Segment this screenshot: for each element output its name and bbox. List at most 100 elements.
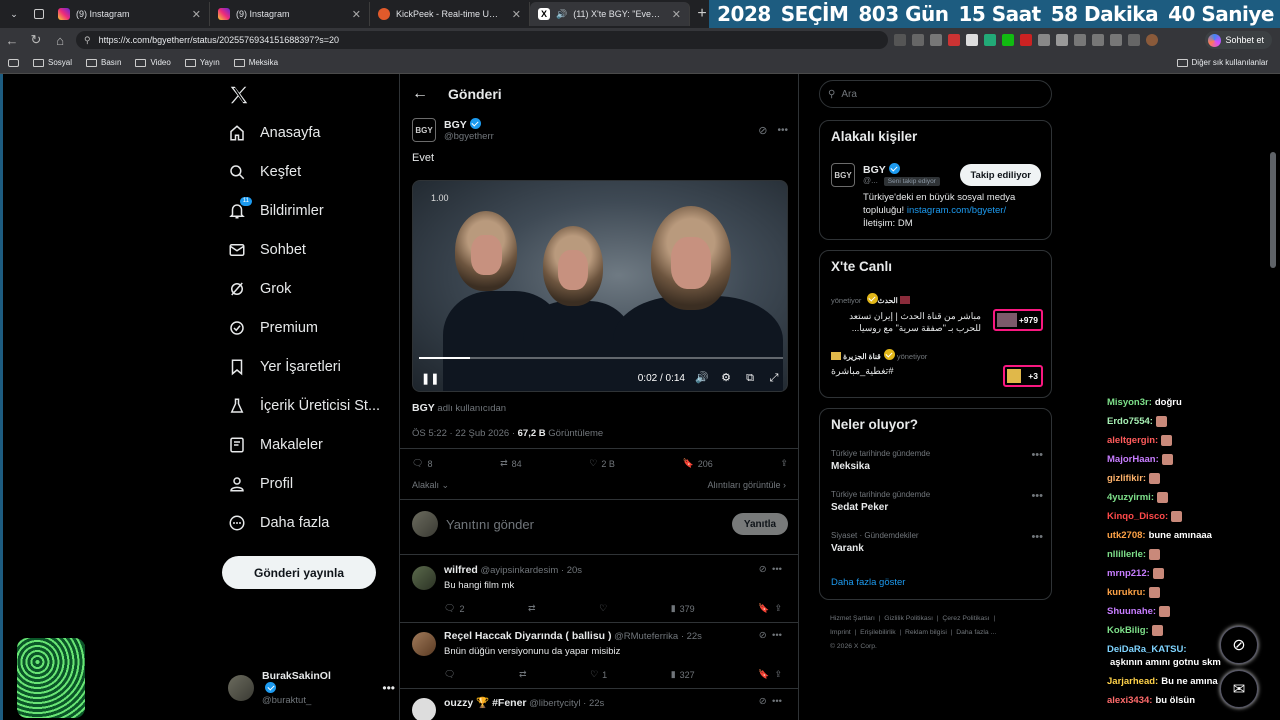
chat-username[interactable]: aleltgergin: bbox=[1107, 434, 1158, 447]
collections-icon[interactable] bbox=[1110, 34, 1122, 46]
chat-username[interactable]: Misyon3r: bbox=[1107, 396, 1152, 409]
profile-avatar-icon[interactable] bbox=[1146, 34, 1158, 46]
x-logo-icon[interactable] bbox=[228, 84, 250, 106]
bookmark-folder-other[interactable]: Diğer sık kullanılanlar bbox=[1176, 58, 1268, 67]
more-options-icon[interactable]: ••• bbox=[382, 681, 395, 695]
nav-articles[interactable]: Makaleler bbox=[228, 436, 323, 454]
chat-username[interactable]: nllillerle: bbox=[1107, 548, 1146, 561]
back-button[interactable]: ← bbox=[0, 29, 24, 51]
footer-link[interactable]: Gizlilik Politikası bbox=[884, 615, 933, 622]
repost-button[interactable]: ⇄ bbox=[528, 603, 536, 614]
copilot-chat-button[interactable]: Sohbet et bbox=[1205, 31, 1272, 49]
chat-username[interactable]: utk2708: bbox=[1107, 529, 1146, 542]
live-item[interactable]: الحدث yönetiyor مباشر من قناة الحدث | إي… bbox=[831, 293, 1043, 343]
favorite-star-icon[interactable] bbox=[930, 34, 942, 46]
bookmark-button[interactable]: 🔖 ⇪ bbox=[758, 669, 782, 680]
favorites-icon[interactable] bbox=[1074, 34, 1086, 46]
chat-username[interactable]: mrnp212: bbox=[1107, 567, 1150, 580]
video-player[interactable]: 1.00 ❚❚ 0:02 / 0:14 🔊 ⚙ ⧉ ⤢ bbox=[412, 180, 788, 392]
settings-gear-icon[interactable]: ⚙ bbox=[719, 371, 733, 385]
tab-x-post[interactable]: X 🔊 (11) X'te BGY: "Evet https://t.co ✕ bbox=[530, 2, 690, 26]
post-button[interactable]: Gönderi yayınla bbox=[222, 556, 376, 589]
views-button[interactable]: ▮ 379 bbox=[671, 603, 695, 614]
bookmark-button[interactable]: 🔖 206 bbox=[683, 458, 713, 469]
nav-bookmarks[interactable]: Yer İşaretleri bbox=[228, 358, 341, 376]
extension-icon[interactable] bbox=[984, 34, 996, 46]
credit-name[interactable]: BGY bbox=[412, 402, 435, 414]
sidebar-toggle-icon[interactable] bbox=[8, 58, 19, 67]
more-icon[interactable] bbox=[1128, 34, 1140, 46]
more-options-icon[interactable]: ••• bbox=[777, 125, 788, 136]
tab-instagram-2[interactable]: (9) Instagram ✕ bbox=[210, 2, 370, 26]
close-tab-icon[interactable]: ✕ bbox=[192, 8, 201, 21]
trend-item[interactable]: Siyaset · Gündemdekiler Varank ••• bbox=[831, 531, 1043, 554]
more-options-icon[interactable]: ••• bbox=[1031, 531, 1043, 543]
search-input[interactable]: ⚲ Ara bbox=[819, 80, 1052, 108]
reply-author-name[interactable]: Reçel Haccak Diyarında ( ballisu ) bbox=[444, 630, 612, 642]
footer-link[interactable]: Çerez Politikası bbox=[942, 615, 989, 622]
bookmark-folder-basin[interactable]: Basın bbox=[86, 58, 121, 67]
nav-more[interactable]: Daha fazla bbox=[228, 514, 329, 532]
views-button[interactable]: ▮ 327 bbox=[671, 669, 695, 680]
tab-kickpeek[interactable]: KickPeek - Real-time URL Crawler ✕ bbox=[370, 2, 530, 26]
view-quotes-link[interactable]: Alıntıları görüntüle › bbox=[707, 480, 786, 490]
trend-item[interactable]: Türkiye tarihinde gündemde Sedat Peker •… bbox=[831, 490, 1043, 513]
chat-username[interactable]: Kinqo_Disco: bbox=[1107, 510, 1168, 523]
messages-floating-button[interactable]: ✉ bbox=[1220, 670, 1258, 708]
close-tab-icon[interactable]: ✕ bbox=[672, 8, 681, 21]
repost-button[interactable]: ⇄ 84 bbox=[500, 458, 522, 469]
extension-icon[interactable] bbox=[966, 34, 978, 46]
more-options-icon[interactable]: ⊘ ••• bbox=[759, 696, 782, 707]
repost-button[interactable]: ⇄ bbox=[519, 669, 527, 680]
nav-profile[interactable]: Profil bbox=[228, 475, 293, 493]
split-screen-icon[interactable] bbox=[1056, 34, 1068, 46]
workspaces-button[interactable] bbox=[28, 3, 50, 25]
chat-username[interactable]: gizlifikir: bbox=[1107, 472, 1146, 485]
bookmark-folder-yayin[interactable]: Yayın bbox=[184, 58, 220, 67]
reply-author-name[interactable]: ouzzy 🏆 #Fener bbox=[444, 697, 527, 709]
speaker-icon[interactable]: 🔊 bbox=[556, 9, 567, 20]
chat-username[interactable]: 4yuzyirmi: bbox=[1107, 491, 1154, 504]
tab-instagram-1[interactable]: (9) Instagram ✕ bbox=[50, 2, 210, 26]
more-options-icon[interactable]: ⊘ ••• bbox=[759, 630, 782, 641]
post-timestamp[interactable]: ÖS 5:22 · 22 Şub 2026 · bbox=[412, 428, 518, 439]
share-button[interactable]: ⇪ bbox=[780, 458, 788, 469]
chat-username[interactable]: kurukru: bbox=[1107, 586, 1146, 599]
chat-username[interactable]: Jarjarhead: bbox=[1107, 675, 1158, 688]
like-button[interactable]: ♡ 1 bbox=[590, 669, 607, 680]
more-options-icon[interactable]: ••• bbox=[1031, 449, 1043, 461]
sort-replies-dropdown[interactable]: Alakalı ⌄ bbox=[412, 480, 449, 491]
extension-icon[interactable] bbox=[948, 34, 960, 46]
chat-username[interactable]: MajorHaan: bbox=[1107, 453, 1159, 466]
reply-input[interactable]: Yanıtını gönder bbox=[446, 517, 534, 532]
video-progress-bar[interactable] bbox=[419, 357, 783, 359]
nav-premium[interactable]: Premium bbox=[228, 319, 318, 337]
volume-icon[interactable]: 🔊 bbox=[695, 371, 709, 385]
bio-link[interactable]: instagram.com/bgyeter/ bbox=[907, 205, 1006, 216]
author-handle[interactable]: @bgyetherr bbox=[444, 131, 494, 142]
reply-submit-button[interactable]: Yanıtla bbox=[732, 513, 788, 535]
nav-grok[interactable]: Grok bbox=[228, 280, 291, 298]
bookmark-folder-meksika[interactable]: Meksika bbox=[233, 58, 278, 67]
footer-link[interactable]: Erişilebilirlik bbox=[860, 629, 896, 636]
app-icon[interactable] bbox=[894, 34, 906, 46]
footer-link[interactable]: Daha fazla ... bbox=[956, 629, 996, 636]
home-button[interactable]: ⌂ bbox=[48, 29, 72, 51]
chat-username[interactable]: KokBilig: bbox=[1107, 624, 1149, 637]
account-switcher[interactable]: BurakSakinOl @buraktut_ ••• bbox=[228, 670, 395, 706]
scrollbar[interactable] bbox=[1270, 152, 1276, 268]
grok-floating-button[interactable]: ⊘ bbox=[1220, 626, 1258, 664]
pause-icon[interactable]: ❚❚ bbox=[421, 372, 439, 385]
like-button[interactable]: ♡ 2 B bbox=[589, 458, 615, 469]
chat-username[interactable]: Erdo7554: bbox=[1107, 415, 1153, 428]
pip-icon[interactable]: ⧉ bbox=[743, 371, 757, 385]
read-aloud-icon[interactable] bbox=[912, 34, 924, 46]
live-item[interactable]: قناة الجزيرة yönetiyor #تغطية_مباشرة +3 bbox=[831, 349, 1043, 389]
grok-icon[interactable]: ⊘ bbox=[758, 124, 767, 137]
author-name[interactable]: BGY bbox=[444, 119, 467, 131]
url-field[interactable]: ⚲ https://x.com/bgyetherr/status/2025576… bbox=[76, 31, 888, 49]
more-options-icon[interactable]: ••• bbox=[1031, 490, 1043, 502]
extension-icon[interactable] bbox=[1002, 34, 1014, 46]
reply-button[interactable]: 🗨 8 bbox=[412, 458, 432, 469]
reply-item[interactable]: wilfred @ayipsinkardesim · 20s ⊘ ••• Bu … bbox=[412, 564, 788, 624]
